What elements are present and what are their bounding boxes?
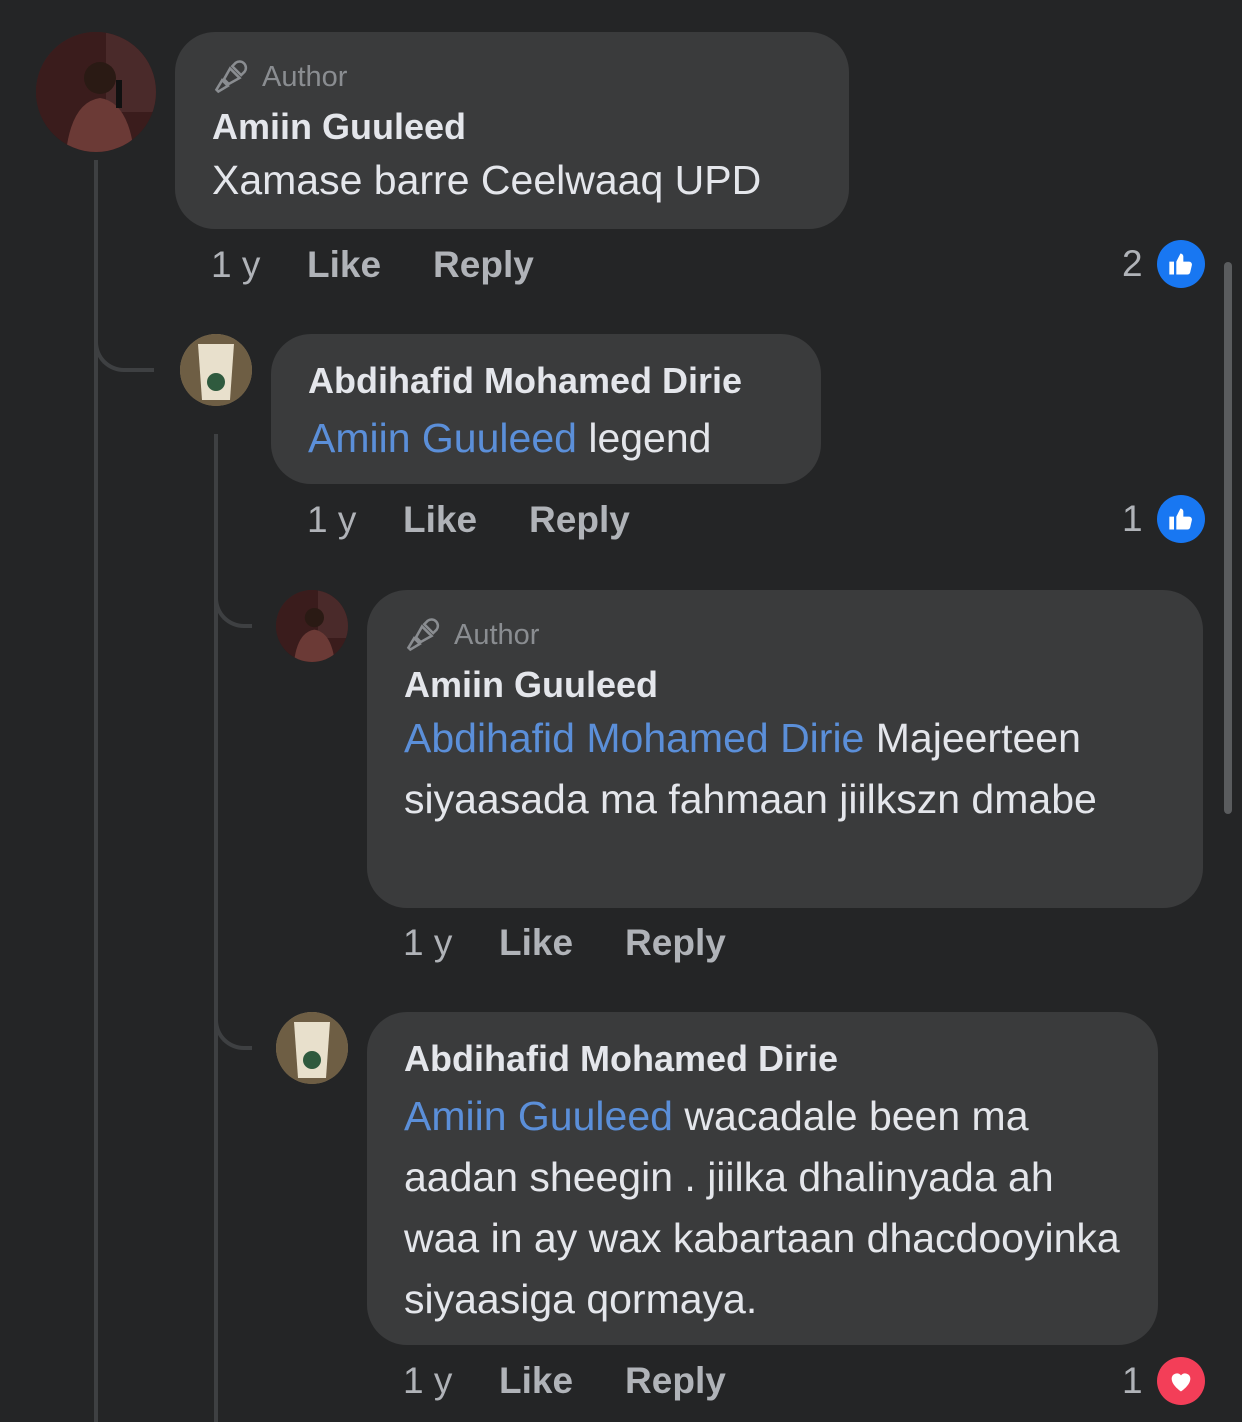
mention-link[interactable]: Amiin Guuleed	[404, 1093, 673, 1139]
comment-actions: 1 y Like Reply	[211, 244, 586, 286]
author-badge: Author	[404, 616, 1166, 654]
comment-bubble: Author Amiin Guuleed Abdihafid Mohamed D…	[367, 590, 1203, 908]
thread-connector	[214, 980, 252, 1050]
avatar[interactable]	[276, 590, 348, 662]
like-button[interactable]: Like	[403, 499, 477, 541]
comment-body: legend	[576, 415, 712, 461]
comment-actions: 1 y Like Reply	[403, 922, 778, 964]
timestamp[interactable]: 1 y	[211, 244, 307, 286]
comment-text: Abdihafid Mohamed Dirie Majeerteen siyaa…	[404, 708, 1166, 830]
mention-link[interactable]: Amiin Guuleed	[308, 415, 577, 461]
avatar[interactable]	[180, 334, 252, 406]
like-icon	[1156, 240, 1205, 288]
commenter-name[interactable]: Amiin Guuleed	[212, 106, 812, 148]
reaction-count: 1	[1122, 1360, 1143, 1401]
like-button[interactable]: Like	[499, 922, 573, 964]
person-avatar-image	[276, 590, 348, 662]
comment-actions: 1 y Like Reply	[403, 1360, 778, 1402]
like-button[interactable]: Like	[499, 1360, 573, 1402]
commenter-name[interactable]: Abdihafid Mohamed Dirie	[404, 1038, 1121, 1080]
author-badge: Author	[212, 58, 812, 96]
avatar[interactable]	[276, 1012, 348, 1084]
reaction-summary[interactable]: 1	[1122, 1357, 1205, 1405]
comment-text: Amiin Guuleed wacadale been ma aadan she…	[404, 1086, 1121, 1330]
comment-bubble: Abdihafid Mohamed Dirie Amiin Guuleed wa…	[367, 1012, 1158, 1345]
timestamp[interactable]: 1 y	[403, 922, 499, 964]
love-icon	[1156, 1357, 1205, 1405]
thread-connector	[94, 300, 154, 372]
reply-button[interactable]: Reply	[433, 244, 534, 286]
scrollbar[interactable]	[1224, 262, 1232, 814]
mention-link[interactable]: Abdihafid Mohamed Dirie	[404, 715, 864, 761]
comment-text: Amiin Guuleed legend	[308, 408, 784, 469]
microphone-icon	[214, 60, 248, 94]
reply-button[interactable]: Reply	[625, 1360, 726, 1402]
comment-bubble: Author Amiin Guuleed Xamase barre Ceelwa…	[175, 32, 849, 229]
timestamp[interactable]: 1 y	[403, 1360, 499, 1402]
like-button[interactable]: Like	[307, 244, 381, 286]
author-badge-label: Author	[262, 60, 348, 93]
commenter-name[interactable]: Amiin Guuleed	[404, 664, 1166, 706]
like-icon	[1156, 495, 1205, 543]
reply-button[interactable]: Reply	[625, 922, 726, 964]
reaction-count: 2	[1122, 243, 1143, 284]
author-badge-label: Author	[454, 618, 540, 651]
comment-actions: 1 y Like Reply	[307, 499, 682, 541]
thread-connector	[214, 560, 252, 628]
comment-text: Xamase barre Ceelwaaq UPD	[212, 157, 762, 203]
reaction-summary[interactable]: 1	[1122, 495, 1205, 543]
reaction-summary[interactable]: 2	[1122, 240, 1205, 288]
comment-bubble: Abdihafid Mohamed Dirie Amiin Guuleed le…	[271, 334, 821, 484]
microphone-icon	[406, 618, 440, 652]
reply-button[interactable]: Reply	[529, 499, 630, 541]
cup-avatar-image	[276, 1012, 348, 1084]
timestamp[interactable]: 1 y	[307, 499, 403, 541]
commenter-name[interactable]: Abdihafid Mohamed Dirie	[308, 360, 784, 402]
reaction-count: 1	[1122, 498, 1143, 539]
person-avatar-image	[36, 32, 156, 152]
cup-avatar-image	[180, 334, 252, 406]
avatar[interactable]	[36, 32, 156, 152]
